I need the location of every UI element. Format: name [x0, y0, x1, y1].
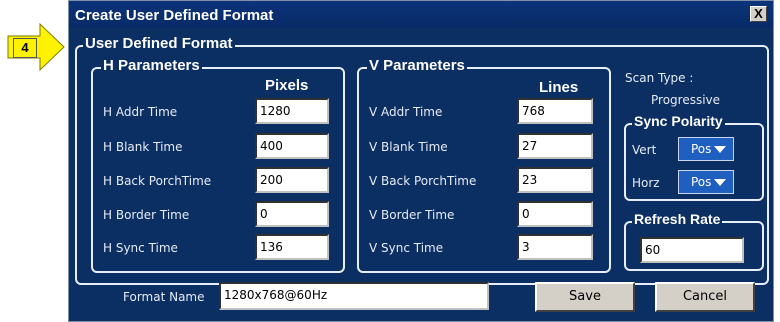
v-border-label: V Border Time — [369, 208, 455, 222]
h-parameters-group: H Parameters Pixels H Addr Time 1280 H B… — [91, 57, 345, 273]
scan-type-value: Progressive — [651, 93, 721, 107]
lines-header: Lines — [539, 79, 579, 96]
callout-number: 4 — [13, 38, 37, 58]
horz-label: Horz — [632, 176, 660, 190]
create-format-dialog: Create User Defined Format X User Define… — [68, 0, 774, 322]
refresh-rate-title: Refresh Rate — [632, 211, 723, 227]
horz-polarity-dropdown[interactable]: Pos — [678, 170, 734, 194]
v-parameters-title: V Parameters — [367, 57, 467, 74]
pixels-header: Pixels — [265, 77, 309, 94]
step-callout: 4 — [6, 22, 66, 72]
format-name-input[interactable]: 1280x768@60Hz — [219, 282, 489, 310]
horz-polarity-value: Pos — [691, 175, 712, 189]
refresh-rate-group: Refresh Rate 60 — [624, 211, 764, 271]
v-back-porch-input[interactable]: 23 — [517, 167, 593, 193]
v-border-input[interactable]: 0 — [517, 201, 593, 227]
h-parameters-title: H Parameters — [101, 57, 202, 74]
v-back-porch-label: V Back PorchTime — [369, 174, 477, 188]
refresh-rate-input[interactable]: 60 — [640, 237, 744, 263]
sync-polarity-group: Sync Polarity Vert Pos Horz Pos — [624, 113, 764, 201]
v-addr-label: V Addr Time — [369, 105, 443, 119]
group-title: User Defined Format — [83, 35, 235, 52]
dialog-title: Create User Defined Format — [75, 7, 274, 24]
vert-polarity-value: Pos — [691, 142, 712, 156]
h-border-input[interactable]: 0 — [255, 201, 329, 227]
v-blank-label: V Blank Time — [369, 140, 448, 154]
scan-type-label: Scan Type : — [625, 71, 694, 85]
vert-label: Vert — [632, 143, 657, 157]
vert-chevron-down-icon — [714, 146, 726, 153]
format-name-label: Format Name — [123, 290, 205, 304]
title-bar[interactable]: Create User Defined Format X — [69, 1, 773, 28]
v-blank-input[interactable]: 27 — [517, 133, 593, 159]
v-sync-input[interactable]: 3 — [517, 234, 593, 260]
h-sync-label: H Sync Time — [103, 241, 178, 255]
h-blank-label: H Blank Time — [103, 140, 183, 154]
v-addr-input[interactable]: 768 — [517, 98, 593, 124]
h-addr-label: H Addr Time — [103, 105, 178, 119]
vert-polarity-dropdown[interactable]: Pos — [678, 137, 734, 161]
horz-chevron-down-icon — [714, 179, 726, 186]
v-parameters-group: V Parameters Lines V Addr Time 768 V Bla… — [357, 57, 611, 273]
h-sync-input[interactable]: 136 — [255, 234, 329, 260]
h-back-porch-input[interactable]: 200 — [255, 167, 329, 193]
h-back-porch-label: H Back PorchTime — [103, 174, 212, 188]
save-button[interactable]: Save — [535, 282, 635, 312]
cancel-button[interactable]: Cancel — [655, 282, 755, 312]
v-sync-label: V Sync Time — [369, 241, 444, 255]
h-blank-input[interactable]: 400 — [255, 133, 329, 159]
h-addr-input[interactable]: 1280 — [255, 98, 329, 124]
h-border-label: H Border Time — [103, 208, 190, 222]
sync-polarity-title: Sync Polarity — [632, 113, 725, 129]
close-button[interactable]: X — [750, 6, 767, 22]
